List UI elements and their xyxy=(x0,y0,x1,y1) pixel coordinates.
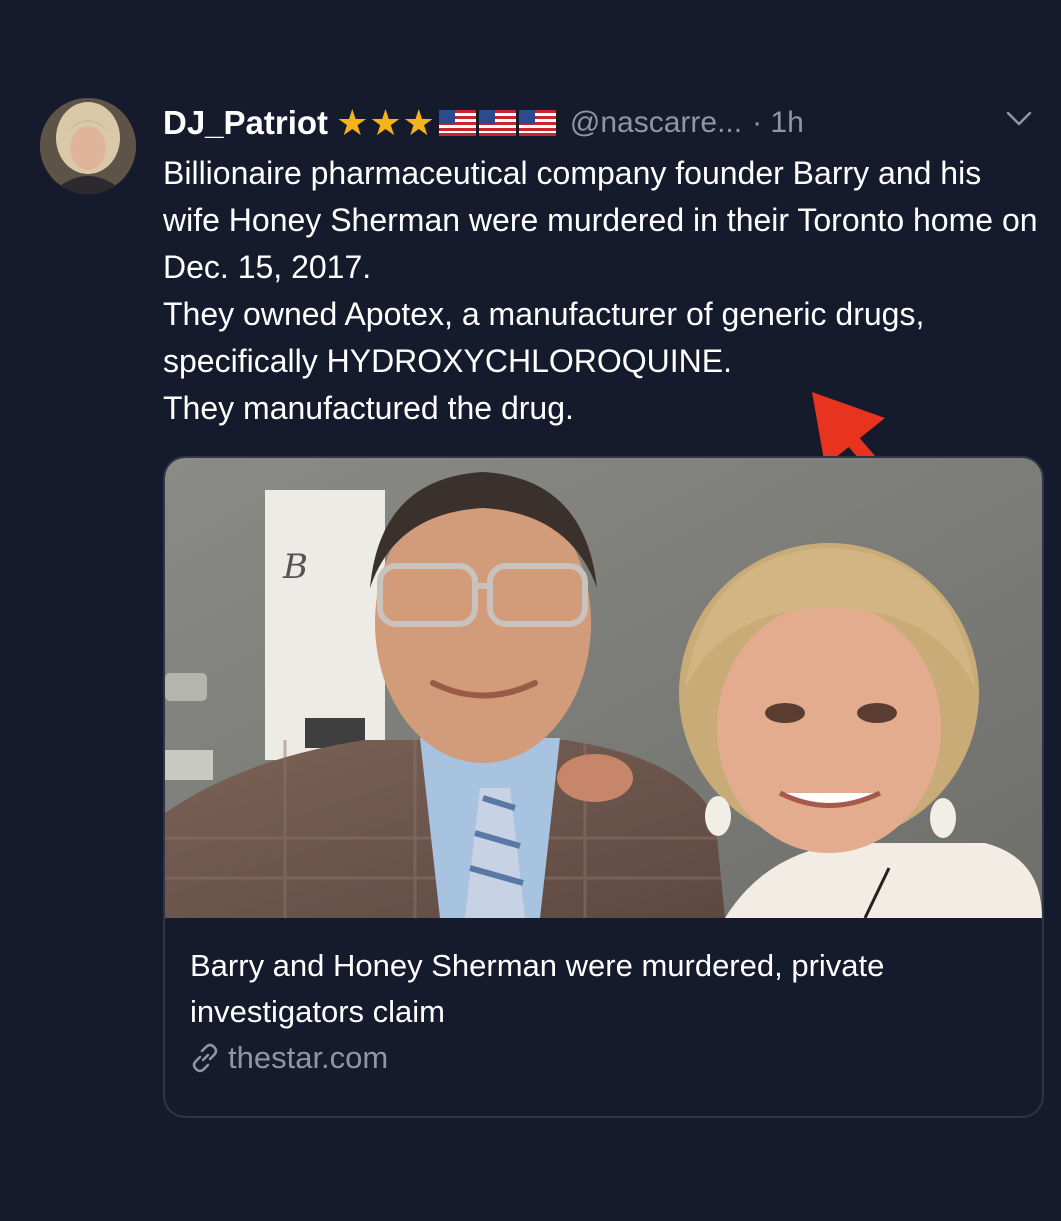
name-badges: ★ ★ ★ xyxy=(336,105,556,141)
tweet[interactable]: DJ_Patriot ★ ★ ★ @nascarre... · 1h Billi… xyxy=(0,0,1061,1221)
card-link[interactable]: thestar.com xyxy=(190,1040,388,1076)
avatar[interactable] xyxy=(40,98,136,194)
link-preview-card[interactable]: B Barry and Honey Sherman were murdered,… xyxy=(163,456,1044,1118)
chevron-down-icon[interactable] xyxy=(1004,108,1034,130)
tweet-timestamp[interactable]: · 1h xyxy=(752,106,804,140)
star-icon: ★ xyxy=(336,102,369,143)
card-title[interactable]: Barry and Honey Sherman were murdered, p… xyxy=(190,943,1010,1035)
link-icon xyxy=(192,1043,218,1073)
tweet-header: DJ_Patriot ★ ★ ★ @nascarre... · 1h xyxy=(163,100,804,146)
tweet-text-paragraph: They owned Apotex, a manufacturer of gen… xyxy=(163,296,925,379)
star-icon: ★ xyxy=(369,102,402,143)
card-domain[interactable]: thestar.com xyxy=(228,1040,388,1076)
display-name[interactable]: DJ_Patriot xyxy=(163,104,328,142)
tweet-text-paragraph: Billionaire pharmaceutical company found… xyxy=(163,155,1038,285)
us-flag-icon xyxy=(478,110,516,136)
user-handle[interactable]: @nascarre... xyxy=(570,106,742,140)
star-icon: ★ xyxy=(402,102,435,143)
us-flag-icon xyxy=(518,110,556,136)
svg-text:B: B xyxy=(282,547,308,587)
us-flag-icon xyxy=(438,110,476,136)
article-photo[interactable]: B xyxy=(165,458,1042,918)
